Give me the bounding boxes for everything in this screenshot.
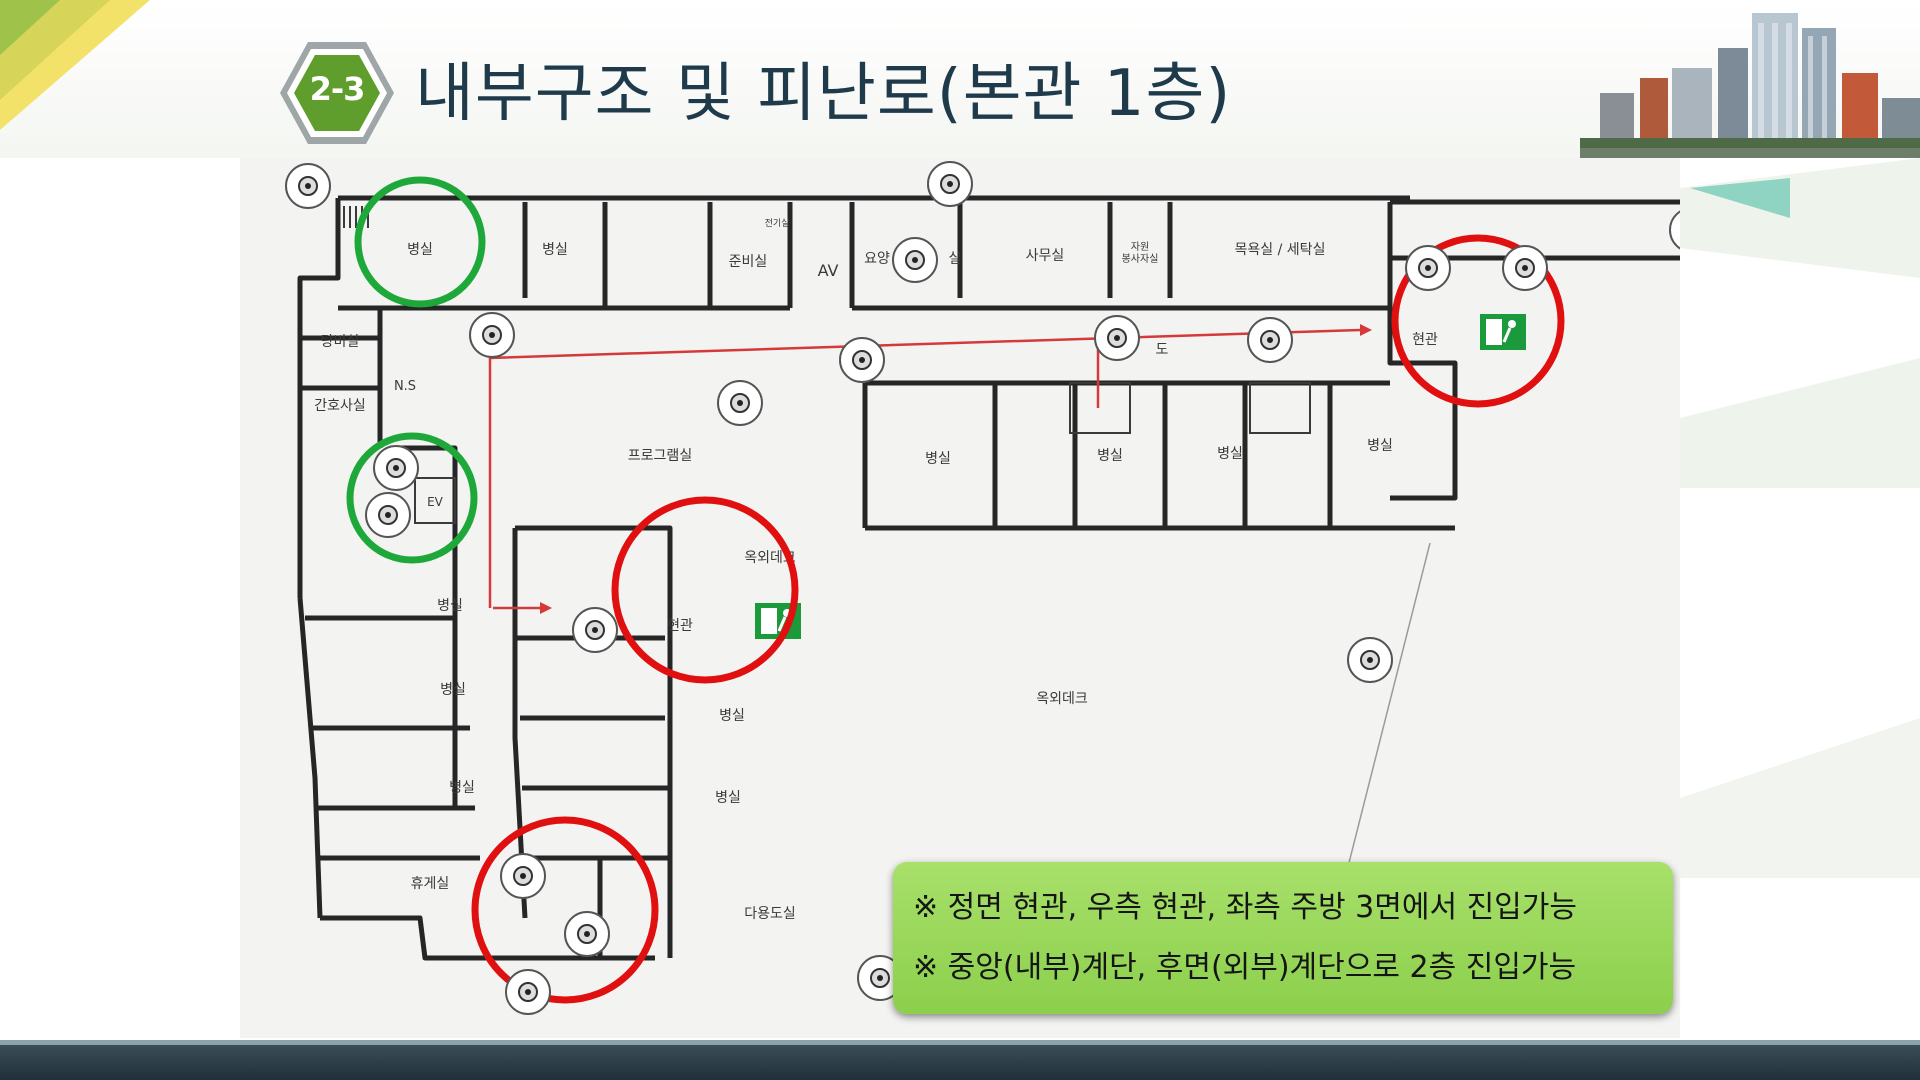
room-ward-e1: 병실: [925, 451, 951, 467]
cctv-camera-icon: [505, 969, 551, 1015]
cctv-camera-icon: [717, 380, 763, 426]
room-ev: EV: [427, 495, 444, 509]
room-prep: 준비실: [729, 254, 768, 270]
room-program: 프로그램실: [628, 448, 692, 464]
access-notes-box: ※ 정면 현관, 우측 현관, 좌측 주방 3면에서 진입가능 ※ 중앙(내부)…: [893, 862, 1673, 1014]
cctv-camera-icon: [564, 911, 610, 957]
room-ward-e4: 병실: [1367, 438, 1393, 454]
cctv-camera-icon: [572, 607, 618, 653]
room-ward-c2: 병실: [715, 790, 741, 806]
room-corridor: 도: [1156, 342, 1169, 358]
room-bath-laundry: 목욕실 / 세탁실: [1235, 242, 1326, 258]
room-electric: 전기실: [765, 218, 790, 229]
room-ward-1: 병실: [407, 242, 433, 258]
cctv-camera-icon: [1502, 245, 1548, 291]
room-ward-w2: 병실: [440, 682, 466, 698]
cctv-camera-icon: [1347, 637, 1393, 683]
room-ward-w3: 병실: [449, 780, 475, 796]
room-outdoor-deck-large: 옥외데크: [1036, 691, 1088, 707]
cctv-camera-icon: [500, 853, 546, 899]
room-nurse-office: 간호사실: [314, 398, 366, 414]
cctv-camera-icon: [839, 337, 885, 383]
note-line-entry: ※ 정면 현관, 우측 현관, 좌측 주방 3면에서 진입가능: [913, 890, 1577, 925]
room-av: AV: [818, 261, 839, 280]
cctv-camera-icon: [469, 312, 515, 358]
room-library: 다용도실: [744, 906, 796, 922]
corner-decoration: [0, 0, 150, 130]
cctv-camera-icon: [1405, 245, 1451, 291]
footer-bar: [0, 1045, 1920, 1080]
exit-sign-icon: [1480, 314, 1526, 350]
room-ward-w1: 병실: [437, 598, 463, 614]
room-office: 사무실: [1026, 248, 1065, 264]
note-line-stairs: ※ 중앙(내부)계단, 후면(외부)계단으로 2층 진입가능: [913, 950, 1577, 985]
room-ward-e3: 병실: [1217, 446, 1243, 462]
room-nurse-station: N.S: [394, 379, 416, 394]
room-entrance-front: 현관: [667, 618, 693, 634]
section-number: 2-3: [309, 70, 366, 108]
city-skyline-image: [1580, 13, 1920, 158]
cctv-camera-icon: [927, 161, 973, 207]
cctv-camera-icon: [285, 163, 331, 209]
room-ward-c1: 병실: [719, 708, 745, 724]
room-ward-e2: 병실: [1097, 448, 1123, 464]
cctv-camera-icon: [892, 237, 938, 283]
room-entrance-right: 현관: [1412, 332, 1438, 348]
room-tangbi: 탕비실: [321, 334, 360, 350]
cctv-camera-icon: [1094, 315, 1140, 361]
room-ward-2: 병실: [542, 242, 568, 258]
page-title: 내부구조 및 피난로(본관 1층): [415, 57, 1232, 131]
room-yoyang: 요양: [864, 251, 890, 267]
cctv-camera-icon: [1247, 317, 1293, 363]
cctv-camera-icon: [365, 492, 411, 538]
room-lounge: 휴게실: [411, 876, 450, 892]
room-sil: 실: [949, 251, 962, 267]
cctv-camera-icon: [373, 445, 419, 491]
